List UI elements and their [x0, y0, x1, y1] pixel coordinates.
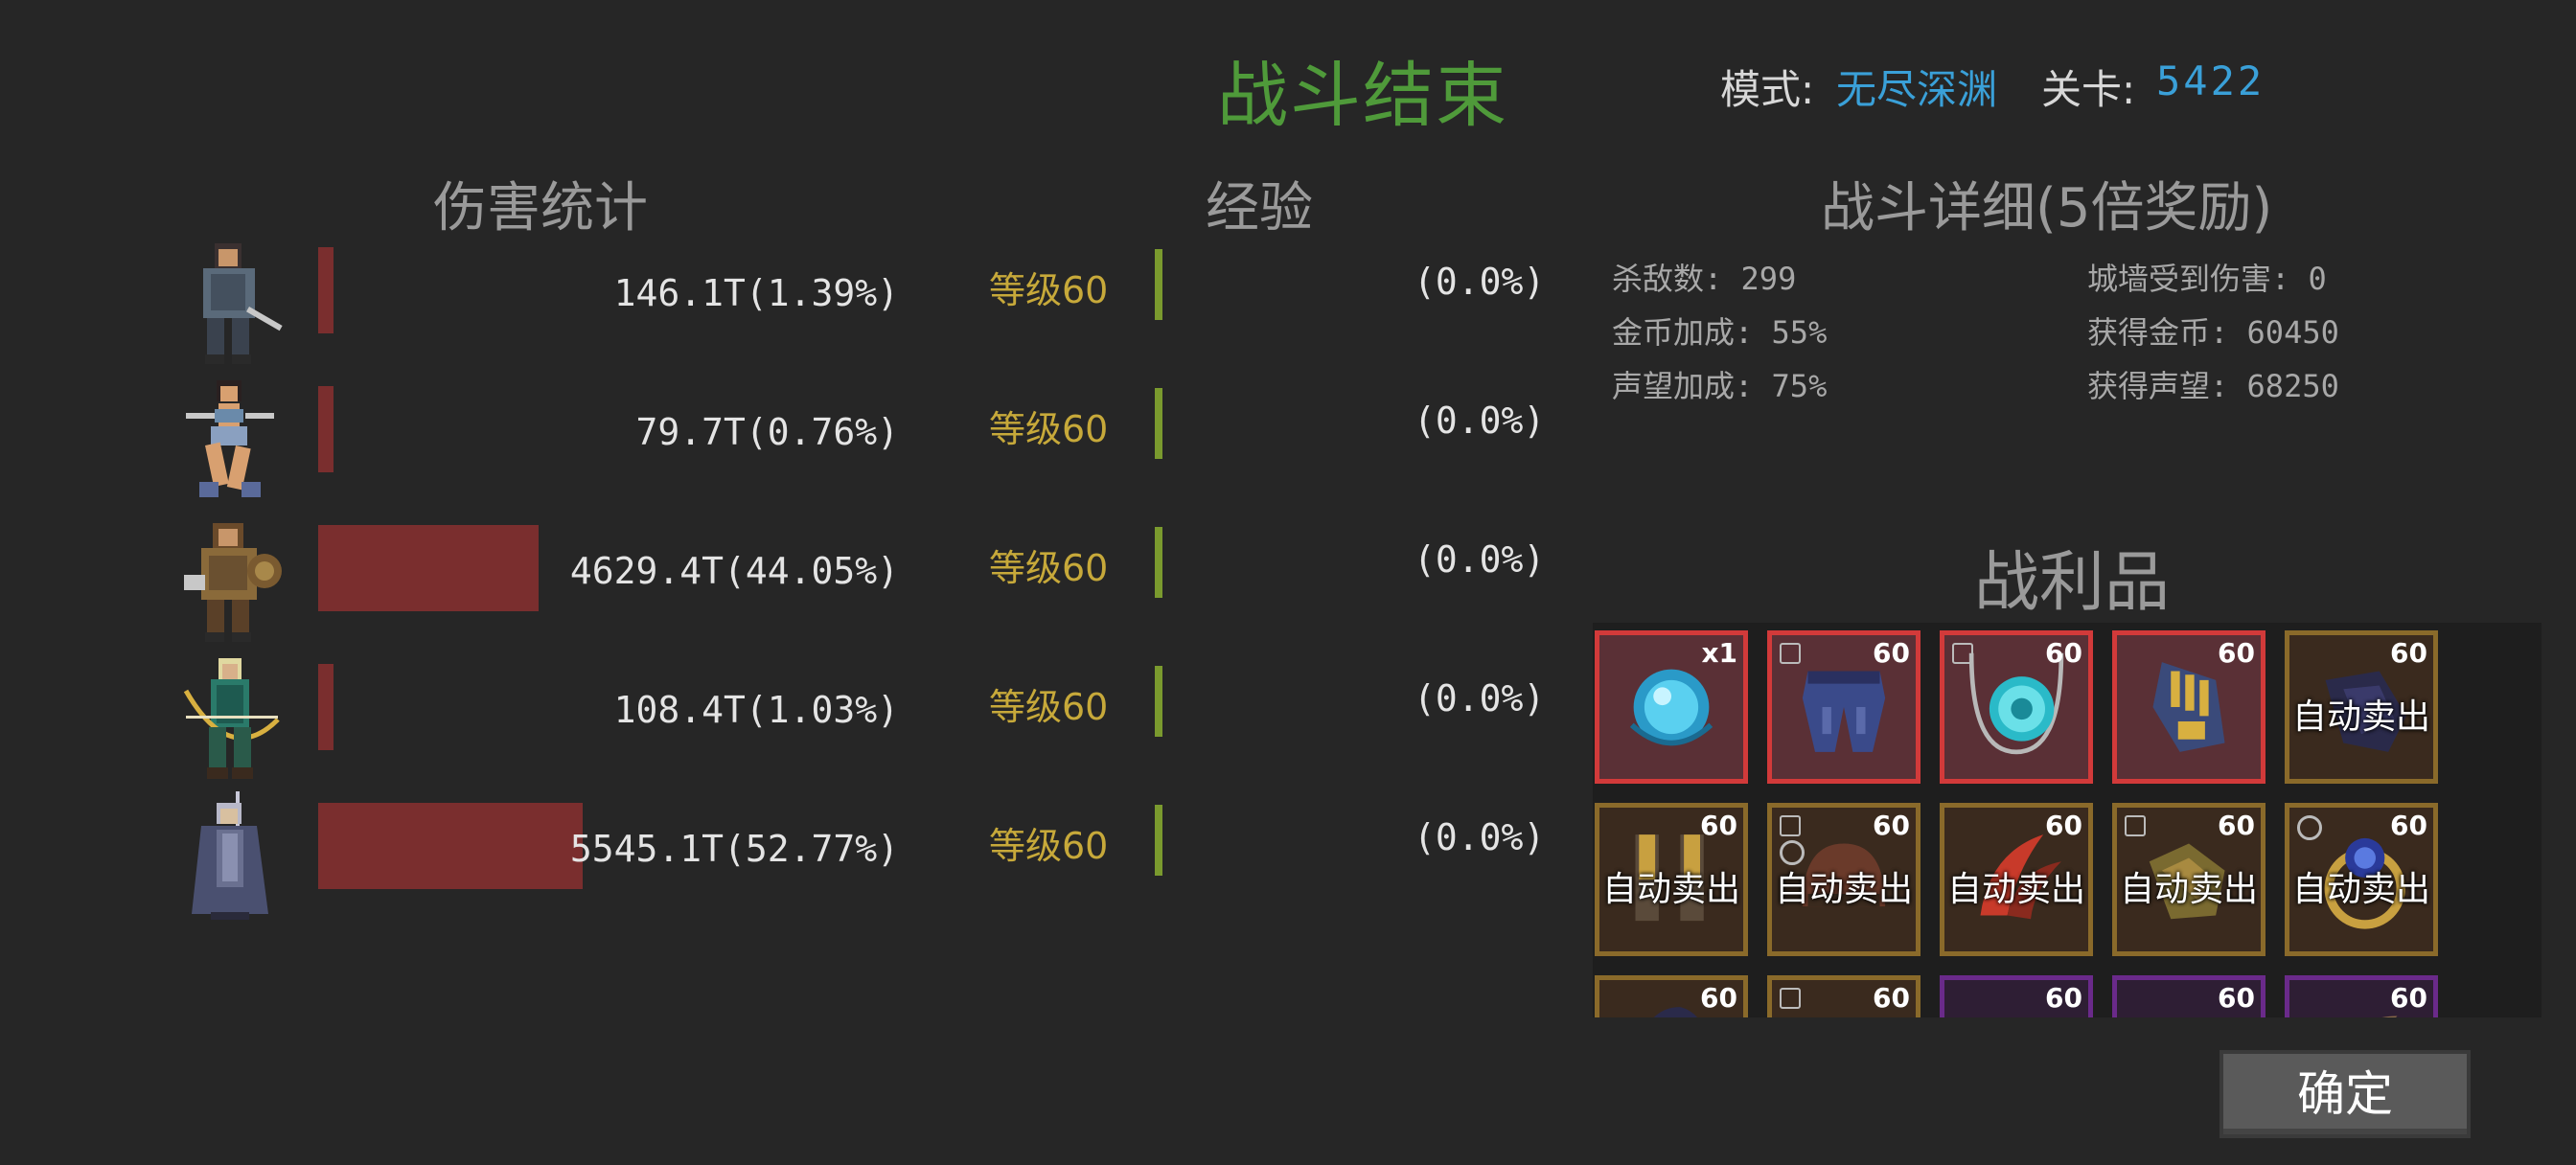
damage-bar-fill: [318, 803, 583, 889]
loot-grid[interactable]: x1 60 60 60 60 自动卖出 60 自动卖出 60 自动卖出 60 自动卖出 60 自动卖出 60…: [1593, 623, 2542, 1017]
loot-slot[interactable]: 60: [1767, 975, 1920, 1017]
item-level-badge: 60: [2045, 637, 2082, 669]
auto-sell-label: 自动卖出: [2291, 870, 2430, 909]
hero-row: 5545.1T(52.77%) 等级60 (0.0%): [172, 791, 1552, 925]
loot-slot[interactable]: 60: [1940, 630, 2093, 784]
loot-slot[interactable]: 60 自动卖出: [2112, 803, 2266, 956]
lock-icon: [1780, 815, 1801, 836]
battle-details-title: 战斗详细(5倍奖励): [1821, 177, 2273, 240]
damage-value: 79.7T(0.76%): [635, 411, 899, 453]
loot-slot[interactable]: 60: [1940, 975, 2093, 1017]
exp-value: (0.0%): [1414, 816, 1546, 858]
loot-slot[interactable]: 60 自动卖出: [1940, 803, 2093, 956]
hero-row: 79.7T(0.76%) 等级60 (0.0%): [172, 375, 1552, 509]
loot-slot[interactable]: 60 自动卖出: [1595, 803, 1748, 956]
hero-level: 等级60: [989, 269, 1109, 311]
gold-gained-stat: 获得金币: 60450: [2087, 314, 2339, 351]
item-level-badge: 60: [1873, 810, 1910, 841]
item-level-badge: 60: [2390, 637, 2427, 669]
loot-slot[interactable]: 60: [2285, 975, 2438, 1017]
item-level-badge: 60: [2045, 982, 2082, 1014]
loot-slot[interactable]: x1: [1595, 630, 1748, 784]
loot-title: 战利品: [1974, 545, 2171, 621]
hero-row: 108.4T(1.03%) 等级60 (0.0%): [172, 652, 1552, 787]
auto-sell-label: 自动卖出: [1601, 870, 1740, 909]
item-level-badge: 60: [2218, 637, 2255, 669]
dancer-hero-avatar: [172, 375, 288, 509]
loot-slot[interactable]: 60 自动卖出: [1767, 803, 1920, 956]
damage-bar-track: 108.4T(1.03%): [318, 664, 922, 750]
exp-bar: [1155, 388, 1162, 459]
swordsman-hero-avatar: [172, 236, 288, 370]
hero-row: 4629.4T(44.05%) 等级60 (0.0%): [172, 514, 1552, 648]
mode-label: 模式:: [1720, 66, 1815, 113]
auto-sell-label: 自动卖出: [2119, 870, 2258, 909]
loot-slot[interactable]: 60 自动卖出: [2285, 630, 2438, 784]
damage-bar-fill: [318, 525, 539, 611]
mage-hero-avatar: [172, 791, 288, 925]
stage-value: 5422: [2156, 57, 2266, 104]
item-level-badge: 60: [1700, 982, 1737, 1014]
hero-level: 等级60: [989, 408, 1109, 450]
damage-value: 4629.4T(44.05%): [569, 550, 899, 592]
item-level-badge: 60: [2045, 810, 2082, 841]
auto-sell-label: 自动卖出: [1774, 870, 1913, 909]
auto-sell-label: 自动卖出: [2291, 697, 2430, 737]
experience-title: 经验: [1206, 177, 1313, 240]
item-level-badge: 60: [1873, 637, 1910, 669]
loot-slot[interactable]: 60: [1767, 630, 1920, 784]
exp-bar: [1155, 249, 1162, 320]
damage-stats-title: 伤害统计: [433, 177, 648, 240]
loot-slot[interactable]: 60: [2112, 975, 2266, 1017]
lock-icon: [1780, 643, 1801, 664]
exp-bar: [1155, 527, 1162, 598]
auto-sell-label: 自动卖出: [1946, 870, 2085, 909]
damage-value: 108.4T(1.03%): [613, 689, 899, 731]
item-level-badge: x1: [1701, 637, 1737, 669]
item-level-badge: 60: [1700, 810, 1737, 841]
stage-label: 关卡:: [2041, 66, 2136, 113]
confirm-button[interactable]: 确定: [2220, 1050, 2471, 1138]
gold-bonus-stat: 金币加成: 55%: [1612, 314, 1828, 351]
warrior-hero-avatar: [172, 514, 288, 648]
item-level-badge: 60: [2390, 810, 2427, 841]
damage-bar-fill: [318, 386, 334, 472]
hero-row: 146.1T(1.39%) 等级60 (0.0%): [172, 236, 1552, 370]
loot-slot[interactable]: 60 自动卖出: [2285, 803, 2438, 956]
hero-level: 等级60: [989, 825, 1109, 867]
loot-slot[interactable]: 60: [2112, 630, 2266, 784]
loot-slot[interactable]: 60: [1595, 975, 1748, 1017]
hero-level: 等级60: [989, 547, 1109, 589]
exp-bar: [1155, 805, 1162, 876]
exp-value: (0.0%): [1414, 677, 1546, 720]
lock-icon: [2125, 815, 2146, 836]
item-level-badge: 60: [1873, 982, 1910, 1014]
damage-bar-track: 4629.4T(44.05%): [318, 525, 922, 611]
kills-stat: 杀敌数: 299: [1612, 261, 1797, 297]
damage-bar-fill: [318, 664, 334, 750]
fame-gained-stat: 获得声望: 68250: [2087, 368, 2339, 404]
exp-value: (0.0%): [1414, 400, 1546, 442]
exp-bar: [1155, 666, 1162, 737]
hero-level: 等级60: [989, 686, 1109, 728]
lock-icon: [1952, 643, 1973, 664]
exp-value: (0.0%): [1414, 261, 1546, 303]
socket-icon: [2297, 815, 2322, 840]
item-level-badge: 60: [2390, 982, 2427, 1014]
wall-damage-stat: 城墙受到伤害: 0: [2087, 261, 2327, 297]
damage-bar-track: 5545.1T(52.77%): [318, 803, 922, 889]
battle-result-title: 战斗结束: [1217, 55, 1508, 137]
lock-icon: [1780, 988, 1801, 1009]
damage-value: 146.1T(1.39%): [613, 272, 899, 314]
damage-value: 5545.1T(52.77%): [569, 828, 899, 870]
fame-bonus-stat: 声望加成: 75%: [1612, 368, 1828, 404]
damage-bar-track: 146.1T(1.39%): [318, 247, 922, 333]
item-level-badge: 60: [2218, 810, 2255, 841]
damage-bar-fill: [318, 247, 334, 333]
item-level-badge: 60: [2218, 982, 2255, 1014]
damage-bar-track: 79.7T(0.76%): [318, 386, 922, 472]
mode-value: 无尽深渊: [1836, 66, 1998, 113]
exp-value: (0.0%): [1414, 538, 1546, 581]
archer-hero-avatar: [172, 652, 288, 787]
